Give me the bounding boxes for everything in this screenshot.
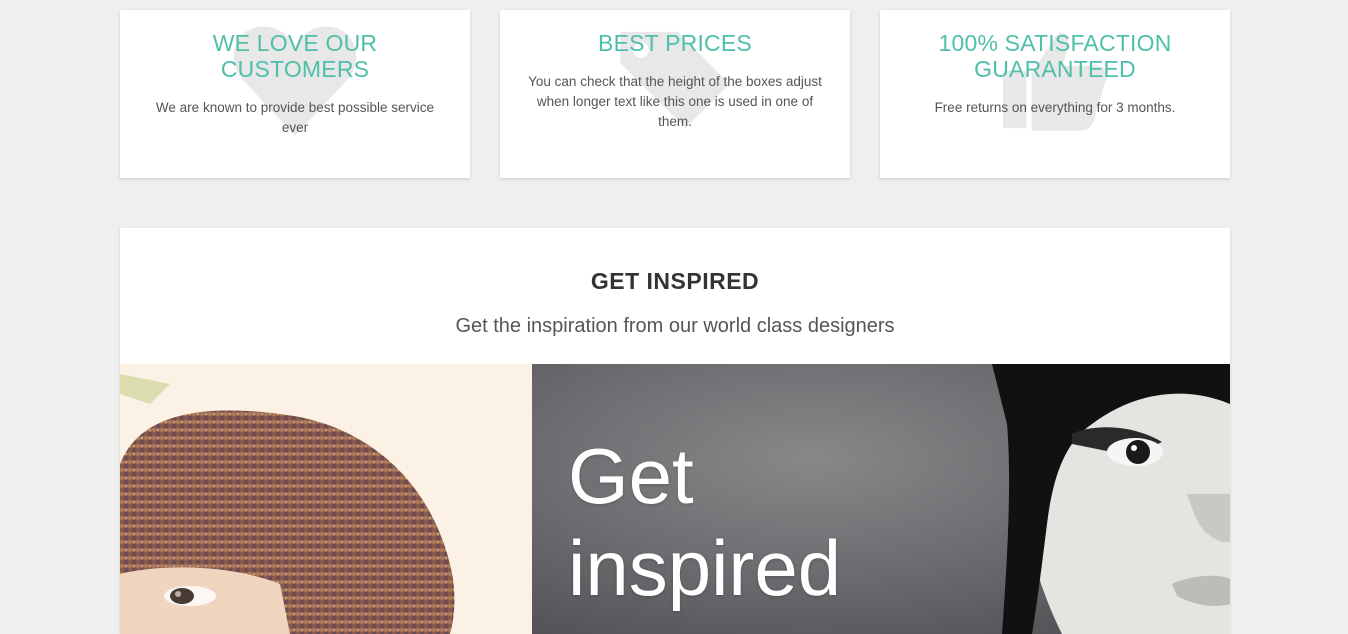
banner-heading: Get inspired xyxy=(568,432,842,612)
feature-title: BEST PRICES xyxy=(598,30,752,56)
feature-box-prices: BEST PRICES You can check that the heigh… xyxy=(500,10,850,178)
feature-text: You can check that the height of the box… xyxy=(528,74,822,129)
feature-text: We are known to provide best possible se… xyxy=(155,100,435,135)
feature-box-satisfaction: 100% SATISFACTION GUARANTEED Free return… xyxy=(880,10,1230,178)
banner-photo-left xyxy=(120,364,532,634)
feature-text: Free returns on everything for 3 months. xyxy=(934,100,1176,115)
section-lead: Get the inspiration from our world class… xyxy=(455,315,895,337)
get-inspired-section: GET INSPIRED Get the inspiration from ou… xyxy=(120,228,1230,634)
section-title: GET INSPIRED xyxy=(590,268,760,294)
banner-photo-right: Get inspired xyxy=(532,364,1230,634)
feature-box-customers: WE LOVE OUR CUSTOMERS We are known to pr… xyxy=(120,10,470,178)
features-row: WE LOVE OUR CUSTOMERS We are known to pr… xyxy=(120,10,1230,178)
inspiration-banner: Get inspired xyxy=(120,364,1230,634)
feature-title: WE LOVE OUR CUSTOMERS xyxy=(212,30,378,82)
feature-title: 100% SATISFACTION GUARANTEED xyxy=(938,30,1172,82)
